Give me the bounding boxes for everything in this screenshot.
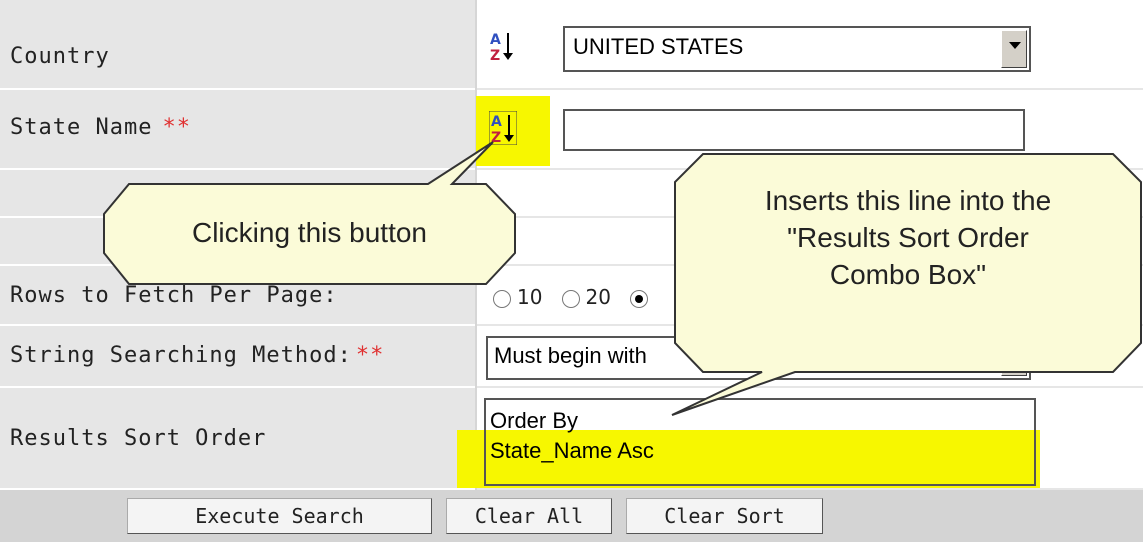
right-callout-line-1: Inserts this line into the <box>764 185 1052 216</box>
left-callout-text: Clicking this button <box>191 217 427 248</box>
right-callout-line-2: "Results Sort Order <box>787 222 1029 253</box>
left-callout-bubble <box>103 141 516 285</box>
right-callout-line-3: Combo Box" <box>829 259 987 290</box>
right-callout-text: Inserts this line into the "Results Sort… <box>675 182 1141 293</box>
